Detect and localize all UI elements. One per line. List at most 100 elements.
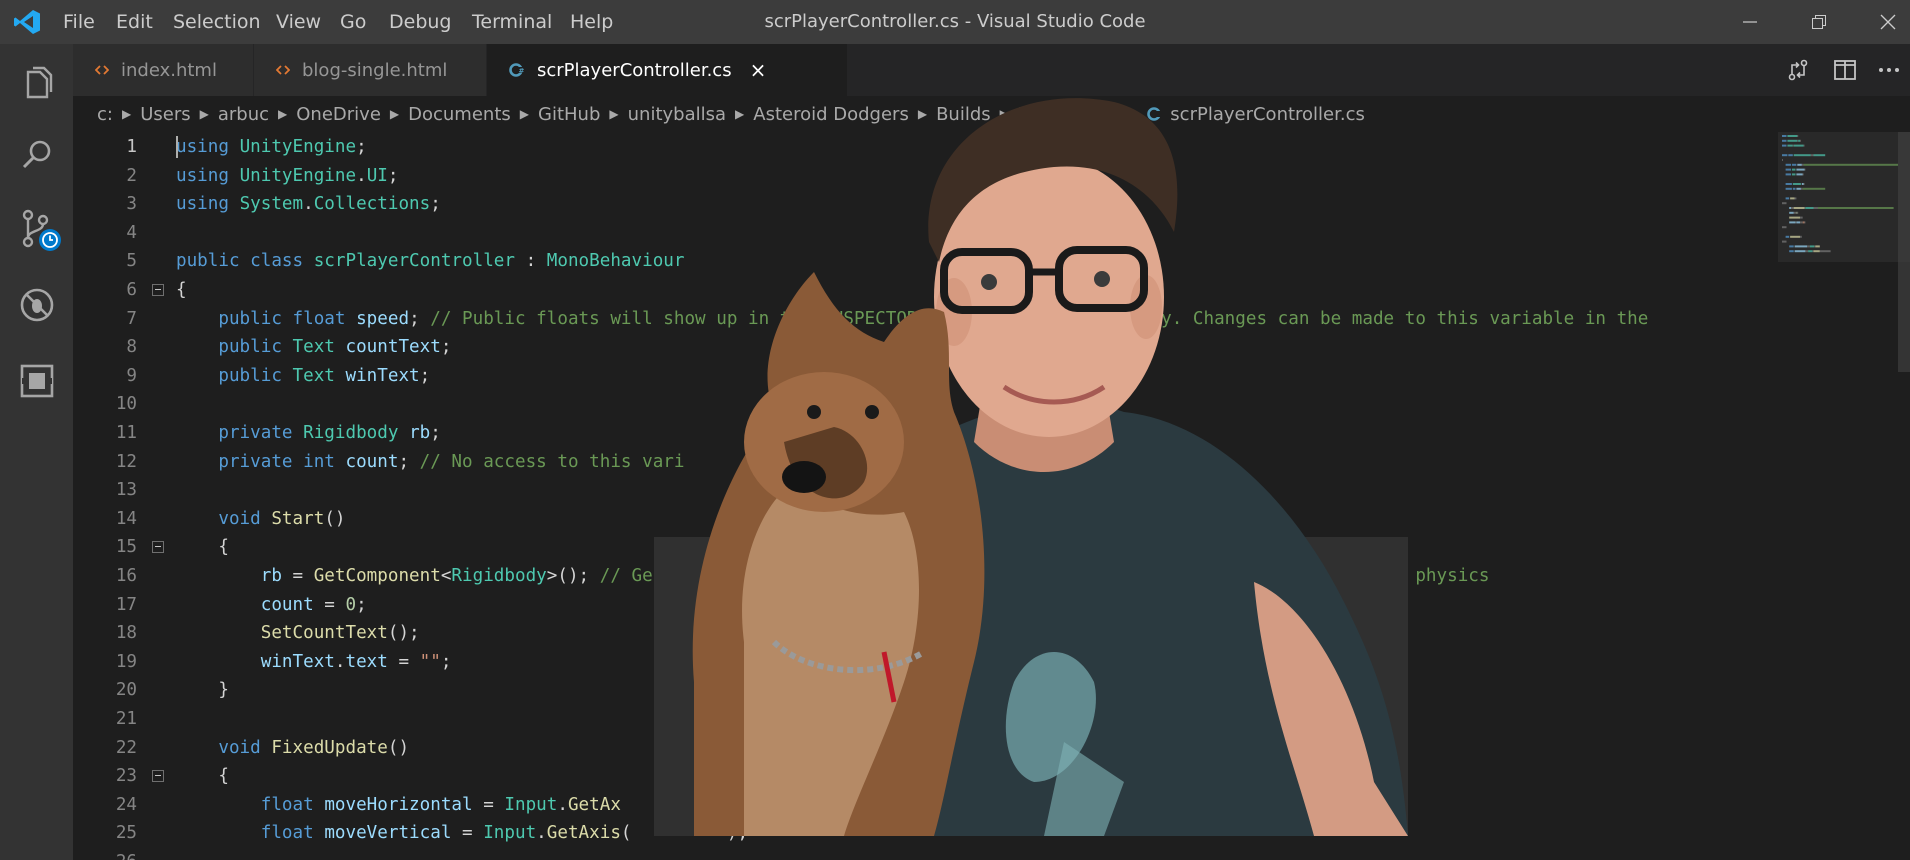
minimap-token: [1791, 168, 1796, 171]
breadcrumb-segment[interactable]: c:: [97, 104, 113, 125]
code-token: (): [324, 508, 346, 529]
minimize-button[interactable]: [1721, 0, 1779, 44]
menu-go[interactable]: Go: [340, 0, 366, 44]
line-number: 16: [115, 566, 137, 586]
code-text: count = 0;: [176, 591, 367, 620]
scroll-thumb[interactable]: [1898, 132, 1910, 372]
code-token: Text: [292, 365, 335, 386]
code-token: rb: [409, 423, 431, 443]
minimap-token: [1802, 187, 1826, 190]
breadcrumb-segment[interactable]: arbuc: [218, 104, 269, 125]
minimap-viewport[interactable]: [1778, 132, 1910, 262]
line-number: 19: [115, 651, 137, 672]
code-token: .: [334, 651, 346, 672]
html-icon: [276, 65, 290, 75]
code-token: =: [472, 794, 505, 815]
minimap-token: [1796, 168, 1805, 171]
code-token: float: [292, 308, 346, 329]
minimap-token: [1787, 144, 1793, 147]
breadcrumb-chevron-icon: ▶: [121, 107, 132, 121]
code-token: >();: [546, 566, 600, 586]
search-icon[interactable]: [18, 136, 56, 174]
code-token: ;: [419, 365, 431, 386]
menu-view[interactable]: View: [276, 0, 321, 44]
code-text: winText.text = "";: [176, 648, 452, 677]
breadcrumb-segment[interactable]: Documents: [408, 104, 511, 125]
line-number: 26: [73, 848, 137, 860]
breadcrumb-segment[interactable]: Users: [140, 104, 190, 125]
menu-file[interactable]: File: [63, 0, 95, 44]
editor-scrollbar[interactable]: [1898, 132, 1910, 860]
code-token: (): [387, 737, 410, 758]
more-actions-button[interactable]: [1869, 44, 1909, 96]
menu-debug[interactable]: Debug: [389, 0, 451, 44]
line-number: 25: [115, 823, 137, 844]
minimap-token: [1804, 221, 1806, 224]
minimap-token: [1791, 207, 1794, 209]
minimap-token: [1797, 139, 1799, 142]
code-token: ;: [440, 651, 452, 672]
code-token: 0: [345, 594, 357, 615]
minimize-icon: [1743, 21, 1757, 23]
close-tab-icon[interactable]: ×: [750, 58, 767, 82]
line-number: 22: [115, 737, 137, 758]
code-token: void: [218, 508, 261, 529]
minimap-token: [1813, 250, 1820, 253]
csharp-icon: #: [509, 63, 525, 77]
menu-terminal[interactable]: Terminal: [472, 0, 552, 44]
ellipsis-icon: [1879, 68, 1899, 72]
close-window-button[interactable]: [1859, 0, 1910, 44]
code-token: using: [176, 137, 229, 157]
extensions-blocked-icon[interactable]: [18, 286, 56, 324]
remote-explorer-icon[interactable]: [18, 362, 56, 400]
tab-index-html[interactable]: index.html: [73, 44, 254, 96]
menu-edit[interactable]: Edit: [116, 0, 153, 44]
code-token: using: [176, 194, 229, 215]
minimap-token: [1796, 187, 1801, 190]
minimap-token: [1819, 250, 1831, 253]
fold-toggle-icon[interactable]: [152, 541, 164, 554]
files-icon[interactable]: [18, 64, 56, 102]
minimap-token: [1809, 245, 1815, 248]
line-number: 2: [126, 165, 137, 186]
menu-help[interactable]: Help: [570, 0, 613, 44]
minimap-token: [1813, 154, 1826, 157]
open-changes-button[interactable]: [1778, 44, 1818, 96]
code-text: using UnityEngine.UI;: [176, 162, 398, 191]
menu-selection[interactable]: Selection: [173, 0, 261, 44]
fold-toggle-icon[interactable]: [152, 284, 164, 296]
code-text: {: [176, 762, 229, 791]
minimap-token: [1792, 183, 1801, 185]
breadcrumb-segment[interactable]: OneDrive: [296, 104, 381, 125]
breadcrumb-segment[interactable]: GitHub: [538, 104, 600, 125]
code-token: GetComponent: [313, 566, 441, 586]
code-token: UI: [366, 165, 388, 186]
line-number: 3: [126, 194, 137, 215]
breadcrumb-chevron-icon: ▶: [389, 107, 400, 121]
split-editor-button[interactable]: [1825, 44, 1865, 96]
code-token: float: [260, 794, 314, 815]
minimap-token: [1793, 154, 1811, 157]
code-text: public Text winText;: [176, 362, 430, 391]
vscode-logo-icon[interactable]: [13, 9, 41, 35]
source-control-icon[interactable]: [18, 208, 64, 254]
fold-toggle-icon[interactable]: [152, 770, 164, 783]
restore-button[interactable]: [1790, 0, 1848, 44]
minimap[interactable]: [1778, 132, 1910, 860]
code-token: ();: [387, 623, 420, 644]
minimap-token: [1782, 144, 1787, 147]
minimap-token: [1818, 207, 1894, 209]
code-token: using: [176, 165, 229, 186]
code-token: ;: [387, 165, 399, 186]
tab-blog-single-html[interactable]: blog-single.html: [254, 44, 487, 96]
code-token: .: [303, 194, 314, 215]
code-line[interactable]: 26: [73, 848, 1778, 860]
minimap-token: [1800, 139, 1801, 142]
